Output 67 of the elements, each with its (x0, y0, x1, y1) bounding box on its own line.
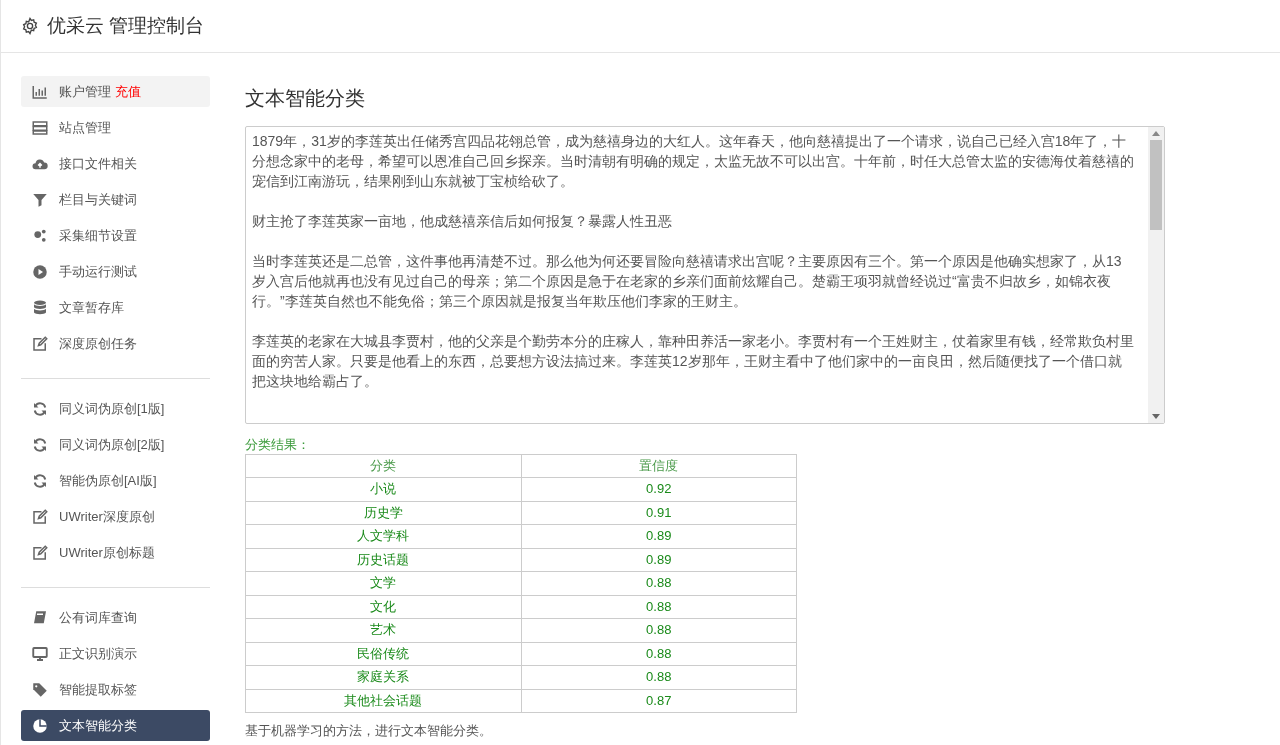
table-cell: 文学 (245, 571, 521, 595)
table-cell: 0.87 (521, 689, 797, 713)
refresh-icon (31, 399, 49, 418)
server-icon (31, 118, 49, 137)
sidebar-item[interactable]: 智能伪原创[AI版] (21, 465, 210, 496)
recharge-link[interactable]: 充值 (115, 81, 141, 102)
monitor-icon (31, 644, 49, 663)
table-cell: 0.88 (521, 595, 797, 619)
text-area[interactable] (245, 126, 1165, 424)
table-cell: 历史学 (245, 501, 521, 525)
sidebar-item[interactable]: 同义词伪原创[2版] (21, 429, 210, 460)
table-cell: 0.89 (521, 524, 797, 548)
sidebar-item[interactable]: 文本智能分类 (21, 710, 210, 741)
scrollbar[interactable] (1148, 127, 1164, 423)
scrollbar-thumb[interactable] (1150, 140, 1162, 230)
sidebar-item[interactable]: 栏目与关键词 (21, 184, 210, 215)
paragraph: 当时李莲英还是二总管，这件事他再清楚不过。那么他为何还要冒险向慈禧请求出宫呢？主要原因有三个。第一个原因是他确实想家了，从13岁入宫后他就再也没有见过自己的母亲；第二个原因是急于在老家的乡亲们面前炫耀自己。楚霸王项羽就曾经说过“富贵不归故乡，如锦衣夜行。”李莲英自然也不能免俗；第三个原因就是报复当年欺压他们李家的王财主。 (252, 252, 1123, 311)
sidebar-item[interactable]: 文章暂存库 (21, 292, 210, 323)
edit-icon (31, 334, 49, 353)
table-cell: 小说 (245, 477, 521, 501)
scroll-up-icon[interactable] (1152, 131, 1160, 136)
app-title: 优采云 管理控制台 (47, 13, 205, 38)
sidebar-item[interactable]: 手动运行测试 (21, 256, 210, 287)
sidebar-item[interactable]: UWriter原创标题 (21, 537, 210, 568)
pie-chart-icon (31, 716, 49, 735)
description-text: 基于机器学习的方法，进行文本智能分类。 (245, 722, 493, 740)
table-cell: 0.91 (521, 501, 797, 525)
table-cell: 0.88 (521, 642, 797, 666)
edit-icon (31, 507, 49, 526)
paragraph: 李莲英的老家在大城县李贾村，他的父亲是个勤劳本分的庄稼人，靠种田养活一家老小。李贾村有一个王姓财主，仗着家里有钱，经常欺负村里面的穷苦人家。只要是他看上的东西，总要想方设法搞过来。李莲英12岁那年，王财主看中了他们家中的一亩良田，然后随便找了一个借口就把这块地给霸占了。 (252, 332, 1134, 391)
paragraph: 1879年，31岁的李莲英出任储秀宫四品花翎总管，成为慈禧身边的大红人。这年春天，他向慈禧提出了一个请求，说自己已经入宫18年了，十分想念家中的老母，希望可以恩准自己回乡探亲。当时清朝有明确的规定，太监无故不可以出宫。十年前，时任大总管太监的安德海仗着慈禧的宠信到江南游玩，结果刚到山东就被丁宝桢给砍了。 (252, 132, 1134, 191)
table-cell: 历史话题 (245, 548, 521, 572)
edit-icon (31, 543, 49, 562)
sidebar-item[interactable]: 账户管理 充值 (21, 76, 210, 107)
sidebar-item[interactable]: 正文识别演示 (21, 638, 210, 669)
paragraph: 财主抢了李莲英家一亩地，他成慈禧亲信后如何报复？暴露人性丑恶 (252, 212, 673, 231)
table-cell: 0.88 (521, 665, 797, 689)
sidebar-item[interactable]: 智能提取标签 (21, 674, 210, 705)
sidebar-item[interactable]: 站点管理 (21, 112, 210, 143)
database-icon (31, 298, 49, 317)
result-label: 分类结果： (245, 436, 311, 454)
refresh-icon (31, 471, 49, 490)
table-cell: 文化 (245, 595, 521, 619)
settings-icon (21, 17, 39, 35)
table-cell: 0.92 (521, 477, 797, 501)
table-cell: 民俗传统 (245, 642, 521, 666)
column-header: 分类 (245, 454, 521, 478)
table-cell: 家庭关系 (245, 665, 521, 689)
column-header: 置信度 (521, 454, 797, 478)
table-cell: 其他社会话题 (245, 689, 521, 713)
scroll-down-icon[interactable] (1152, 414, 1160, 419)
sidebar-item[interactable]: 接口文件相关 (21, 148, 210, 179)
table-cell: 艺术 (245, 618, 521, 642)
table-cell: 0.88 (521, 618, 797, 642)
sidebar-item[interactable]: 同义词伪原创[1版] (21, 393, 210, 424)
sidebar-item[interactable]: 深度原创任务 (21, 328, 210, 359)
table-cell: 0.89 (521, 548, 797, 572)
table-cell: 0.88 (521, 571, 797, 595)
sidebar-item[interactable]: 采集细节设置 (21, 220, 210, 251)
page-title: 文本智能分类 (245, 86, 366, 111)
sidebar-item[interactable]: 公有词库查询 (21, 602, 210, 633)
play-icon (31, 262, 49, 281)
table-cell: 人文学科 (245, 524, 521, 548)
menu-label: 账户管理 (59, 82, 111, 101)
refresh-icon (31, 435, 49, 454)
tag-icon (31, 680, 49, 699)
sidebar-item[interactable]: UWriter深度原创 (21, 501, 210, 532)
